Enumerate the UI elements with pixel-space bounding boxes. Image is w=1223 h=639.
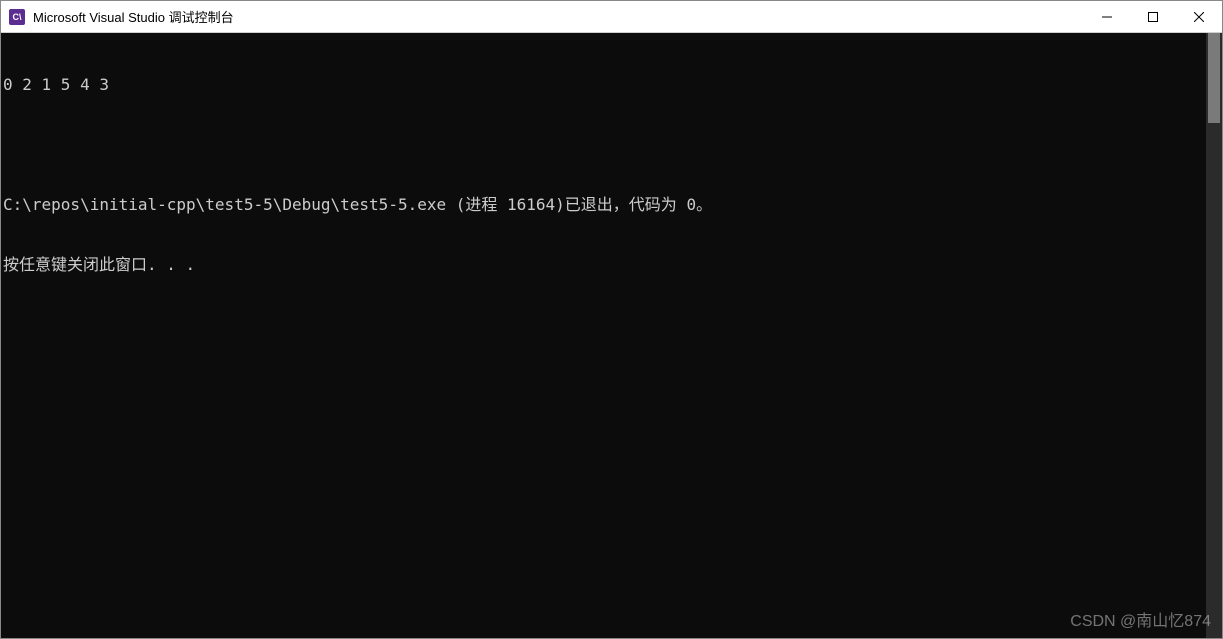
minimize-icon [1102, 12, 1112, 22]
console-area: 0 2 1 5 4 3 C:\repos\initial-cpp\test5-5… [1, 33, 1222, 638]
close-icon [1194, 12, 1204, 22]
titlebar[interactable]: C\ Microsoft Visual Studio 调试控制台 [1, 1, 1222, 33]
app-icon: C\ [9, 9, 25, 25]
console-line: 按任意键关闭此窗口. . . [3, 255, 1204, 275]
close-button[interactable] [1176, 1, 1222, 32]
console-output[interactable]: 0 2 1 5 4 3 C:\repos\initial-cpp\test5-5… [1, 33, 1206, 638]
console-line: 0 2 1 5 4 3 [3, 75, 1204, 95]
maximize-button[interactable] [1130, 1, 1176, 32]
vertical-scrollbar[interactable] [1206, 33, 1222, 638]
scrollbar-thumb[interactable] [1208, 33, 1220, 123]
console-window: C\ Microsoft Visual Studio 调试控制台 0 2 1 5… [0, 0, 1223, 639]
minimize-button[interactable] [1084, 1, 1130, 32]
window-controls [1084, 1, 1222, 32]
console-line [3, 135, 1204, 155]
window-title: Microsoft Visual Studio 调试控制台 [33, 7, 1084, 26]
console-line: C:\repos\initial-cpp\test5-5\Debug\test5… [3, 195, 1204, 215]
maximize-icon [1148, 12, 1158, 22]
